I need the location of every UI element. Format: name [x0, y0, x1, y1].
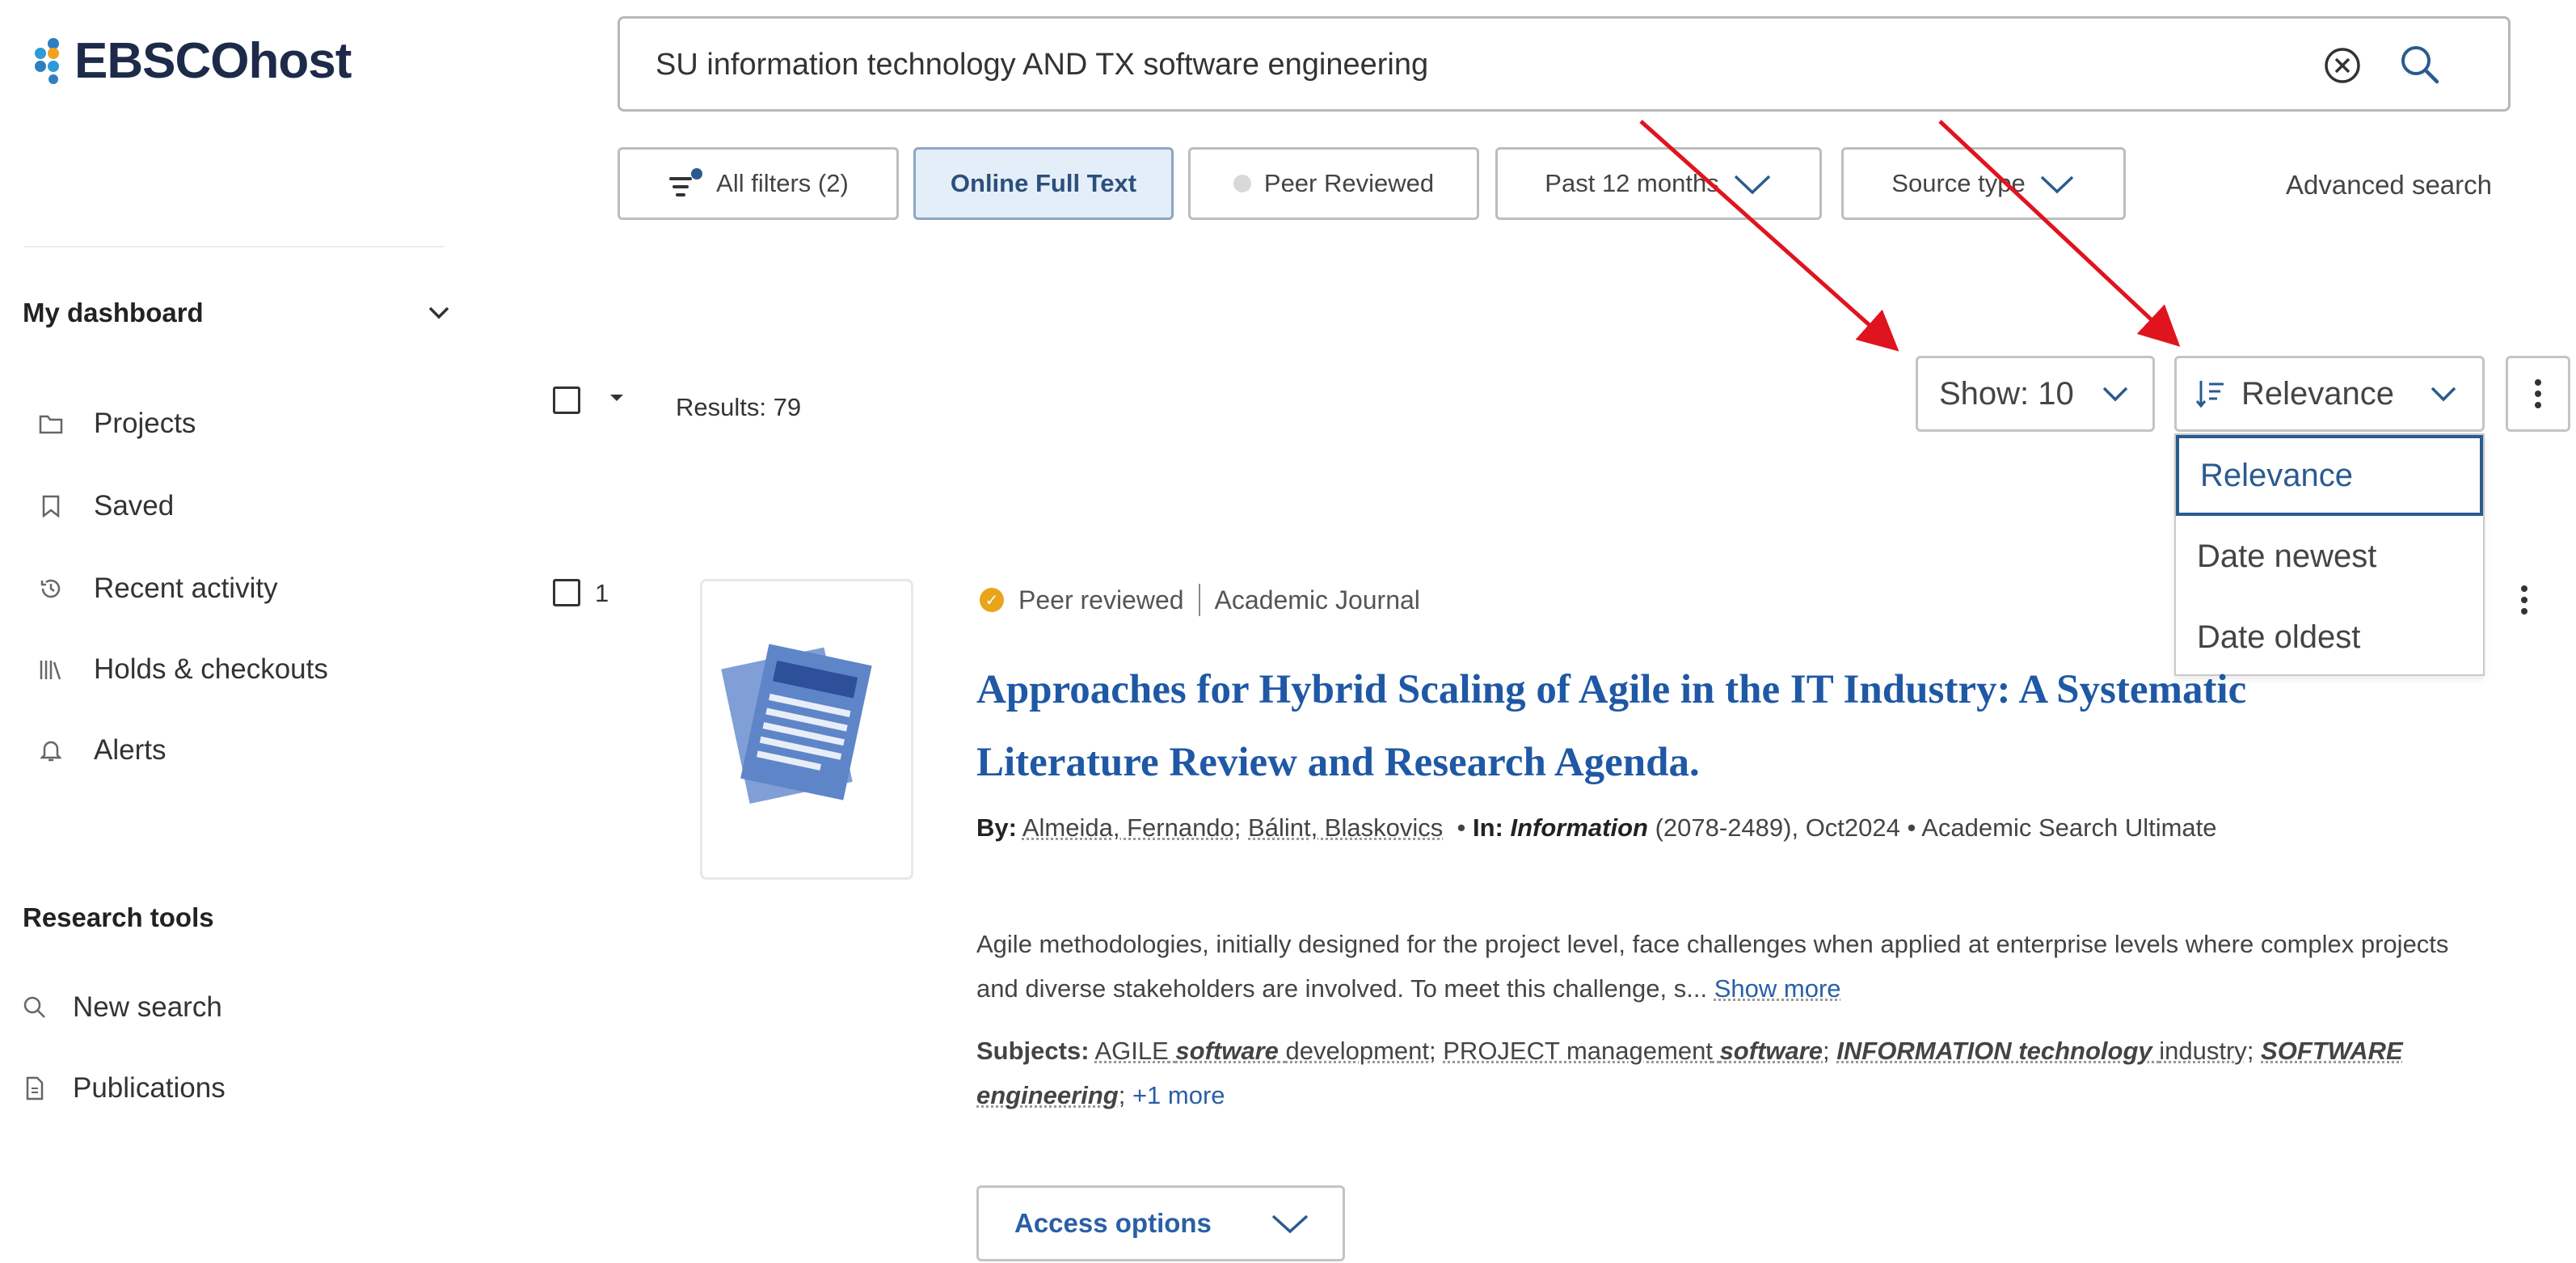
- sidebar-item-label: Publications: [73, 1072, 226, 1104]
- journal-name[interactable]: Information: [1510, 813, 1648, 842]
- sidebar-item-holds-checkouts[interactable]: Holds & checkouts: [39, 653, 328, 686]
- chevron-down-icon: [1271, 1214, 1309, 1234]
- sidebar-item-label: Alerts: [94, 734, 167, 766]
- sidebar-item-saved[interactable]: Saved: [39, 490, 174, 522]
- filter-icon: [669, 168, 703, 196]
- sidebar-item-recent-activity[interactable]: Recent activity: [39, 572, 278, 605]
- meta-separator: [1198, 584, 1200, 616]
- access-options-dropdown[interactable]: Access options: [976, 1185, 1345, 1261]
- sidebar-item-label: Recent activity: [94, 572, 278, 604]
- logo-text: EBSCOhost: [74, 32, 352, 89]
- sidebar-item-publications[interactable]: Publications: [23, 1072, 226, 1105]
- sort-dropdown[interactable]: Relevance: [2174, 356, 2485, 432]
- author-link[interactable]: Bálint, Blaskovics: [1248, 813, 1443, 842]
- search-bar[interactable]: SU information technology AND TX softwar…: [618, 16, 2511, 112]
- online-full-text-label: Online Full Text: [950, 169, 1137, 197]
- subject-link[interactable]: INFORMATION technology industry: [1836, 1037, 2247, 1065]
- sort-label: Relevance: [2241, 375, 2395, 412]
- chevron-down-icon: [1734, 175, 1770, 195]
- sidebar-item-new-search[interactable]: New search: [23, 991, 222, 1024]
- source-type-label: Source type: [1891, 169, 2026, 197]
- academic-journal-icon: [721, 644, 872, 804]
- sidebar-item-label: Holds & checkouts: [94, 653, 328, 685]
- abstract-text: Agile methodologies, initially designed …: [976, 930, 2449, 1003]
- journal-info: (2078-2489), Oct2024 • Academic Search U…: [1655, 813, 2217, 842]
- result-checkbox[interactable]: [553, 579, 580, 606]
- sidebar-item-label: Saved: [94, 490, 175, 522]
- dashboard-section-toggle[interactable]: My dashboard: [23, 298, 451, 328]
- all-filters-label: All filters (2): [716, 169, 849, 197]
- result-abstract: Agile methodologies, initially designed …: [976, 922, 2480, 1011]
- sort-option-relevance[interactable]: Relevance: [2176, 435, 2483, 516]
- subject-link[interactable]: PROJECT management software: [1443, 1037, 1823, 1065]
- result-title-link[interactable]: Approaches for Hybrid Scaling of Agile i…: [976, 653, 2350, 799]
- by-label: By:: [976, 813, 1017, 842]
- kebab-menu-icon: [2521, 585, 2528, 615]
- history-icon: [39, 577, 63, 601]
- dashboard-heading: My dashboard: [23, 298, 204, 327]
- sidebar-divider: [24, 246, 445, 247]
- peer-reviewed-filter[interactable]: Peer Reviewed: [1188, 147, 1479, 220]
- result-actions-button[interactable]: [2520, 582, 2528, 626]
- peer-reviewed-toggle-icon: [1233, 175, 1251, 192]
- author-link[interactable]: Almeida, Fernando: [1022, 813, 1234, 842]
- show-count-label: Show: 10: [1939, 375, 2074, 412]
- sidebar-item-alerts[interactable]: Alerts: [39, 734, 166, 767]
- result-thumbnail[interactable]: [700, 579, 913, 880]
- chevron-down-icon: [2040, 175, 2073, 194]
- result-subjects: Subjects: AGILE software development; PR…: [976, 1037, 2403, 1109]
- results-count: Results: 79: [676, 393, 802, 421]
- chevron-down-icon: [2431, 387, 2456, 402]
- access-options-label: Access options: [1014, 1208, 1212, 1238]
- select-all-checkbox[interactable]: [553, 387, 580, 414]
- ebscohost-logo[interactable]: EBSCOhost: [23, 32, 352, 89]
- advanced-search-link[interactable]: Advanced search: [2286, 170, 2492, 201]
- sidebar-item-label: Projects: [94, 408, 196, 439]
- more-options-button[interactable]: [2506, 356, 2570, 432]
- result-byline: By: Almeida, Fernando; Bálint, Blaskovic…: [976, 813, 2217, 842]
- all-filters-button[interactable]: All filters (2): [618, 147, 899, 220]
- show-count-dropdown[interactable]: Show: 10: [1916, 356, 2155, 432]
- subject-link[interactable]: AGILE software development: [1094, 1037, 1429, 1065]
- bell-icon: [39, 738, 63, 762]
- search-input[interactable]: SU information technology AND TX softwar…: [656, 48, 1428, 82]
- date-filter-dropdown[interactable]: Past 12 months: [1495, 147, 1822, 220]
- chevron-down-icon: [2102, 387, 2128, 402]
- sort-icon: [2195, 381, 2224, 408]
- peer-reviewed-check-icon: ✓: [980, 588, 1004, 612]
- date-filter-label: Past 12 months: [1545, 169, 1719, 197]
- source-type-text: Academic Journal: [1214, 585, 1420, 615]
- online-full-text-filter[interactable]: Online Full Text: [913, 147, 1174, 220]
- show-more-link[interactable]: Show more: [1714, 974, 1841, 1003]
- result-meta: ✓ Peer reviewed Academic Journal: [980, 584, 1420, 616]
- folder-icon: [39, 412, 63, 436]
- sidebar-item-projects[interactable]: Projects: [39, 408, 196, 440]
- peer-reviewed-label: Peer Reviewed: [1263, 169, 1435, 197]
- search-icon[interactable]: [2397, 41, 2442, 91]
- research-tools-heading: Research tools: [23, 902, 214, 932]
- in-label: In:: [1472, 813, 1503, 842]
- clear-search-icon[interactable]: [2322, 45, 2363, 90]
- search-icon: [23, 995, 47, 1020]
- peer-reviewed-text: Peer reviewed: [1018, 585, 1184, 615]
- result-number: 1: [595, 579, 609, 607]
- sidebar-item-label: New search: [73, 991, 222, 1023]
- sort-options-menu: Relevance Date newest Date oldest: [2174, 433, 2485, 676]
- chevron-down-icon: [428, 306, 449, 319]
- source-type-dropdown[interactable]: Source type: [1841, 147, 2126, 220]
- document-icon: [23, 1076, 47, 1100]
- more-subjects-link[interactable]: +1 more: [1132, 1081, 1225, 1109]
- logo-mark-icon: [35, 38, 59, 84]
- kebab-menu-icon: [2535, 379, 2541, 408]
- subjects-label: Subjects:: [976, 1037, 1090, 1065]
- select-all-dropdown-icon[interactable]: [608, 391, 626, 408]
- bookmark-icon: [39, 494, 63, 518]
- books-icon: [39, 657, 63, 682]
- sort-option-date-newest[interactable]: Date newest: [2176, 516, 2483, 597]
